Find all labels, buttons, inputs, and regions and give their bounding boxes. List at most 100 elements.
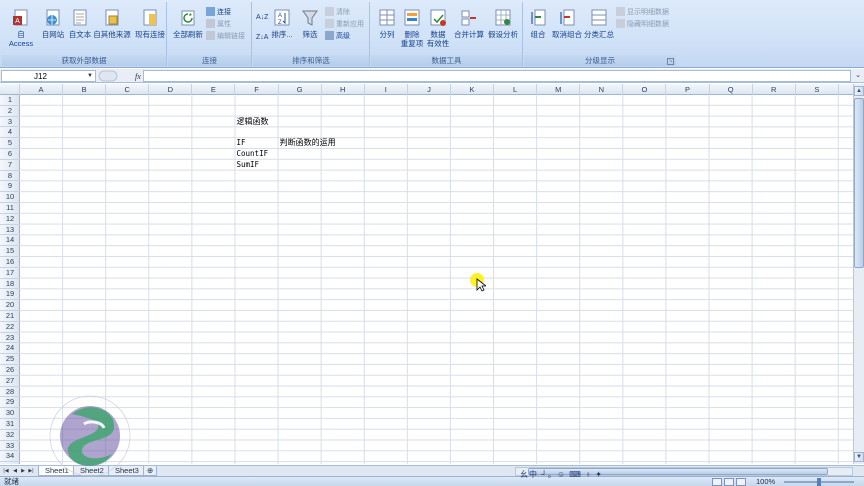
row-header-20[interactable]: 20 — [0, 300, 20, 311]
column-header-h[interactable]: H — [322, 84, 365, 95]
text-to-columns-button[interactable]: 分列 — [375, 8, 399, 39]
dialog-launcher-icon[interactable]: ↘ — [667, 58, 674, 65]
column-header-e[interactable]: E — [192, 84, 236, 95]
zoom-slider[interactable] — [784, 478, 854, 486]
row-header-19[interactable]: 19 — [0, 289, 20, 301]
row-header-1[interactable]: 1 — [0, 95, 20, 106]
row-header-30[interactable]: 30 — [0, 408, 20, 419]
row-header-3[interactable]: 3 — [0, 117, 20, 128]
edit-links-button[interactable]: 编辑链接 — [206, 31, 245, 42]
prev-sheet-icon[interactable]: ◀ — [11, 467, 19, 476]
column-header-j[interactable]: J — [408, 84, 451, 95]
row-header-21[interactable]: 21 — [0, 311, 20, 322]
column-header-a[interactable]: A — [20, 84, 64, 95]
hide-detail-button[interactable]: 隐藏明细数据 — [616, 19, 669, 30]
row-header-16[interactable]: 16 — [0, 257, 20, 268]
column-header-o[interactable]: O — [623, 84, 667, 95]
row-header-12[interactable]: 12 — [0, 214, 20, 225]
ime-toolbar[interactable]: ⺓中 ┘。☺ ⌨ ♀ ✦ — [520, 469, 603, 479]
first-sheet-icon[interactable]: |◀ — [2, 467, 10, 476]
cell-f3[interactable]: 逻辑函数 — [237, 117, 269, 128]
row-header-28[interactable]: 28 — [0, 387, 20, 398]
page-layout-view-icon[interactable] — [724, 478, 734, 486]
row-header-6[interactable]: 6 — [0, 149, 20, 160]
zoom-level[interactable]: 100% — [756, 477, 775, 486]
vertical-scrollbar[interactable]: ▲ ▼ — [853, 84, 864, 464]
row-header-8[interactable]: 8 — [0, 171, 20, 182]
row-header-18[interactable]: 18 — [0, 279, 20, 290]
row-header-4[interactable]: 4 — [0, 127, 20, 139]
properties-button[interactable]: 属性 — [206, 19, 231, 30]
zoom-slider-knob[interactable] — [817, 478, 821, 486]
connections-button[interactable]: 连接 — [206, 7, 231, 18]
from-access-button[interactable]: A 自 Access — [5, 8, 37, 48]
column-header-r[interactable]: R — [753, 84, 796, 95]
reapply-button[interactable]: 重新应用 — [325, 19, 364, 30]
row-header-24[interactable]: 24 — [0, 343, 20, 355]
expand-formula-bar-icon[interactable]: ⌄ — [853, 70, 863, 82]
select-all-corner[interactable] — [0, 84, 20, 95]
row-header-10[interactable]: 10 — [0, 192, 20, 203]
row-header-13[interactable]: 13 — [0, 225, 20, 236]
sort-button[interactable]: AZ 排序... — [269, 8, 295, 39]
cell-f5[interactable]: IF — [237, 138, 246, 149]
row-header-17[interactable]: 17 — [0, 268, 20, 279]
row-header-5[interactable]: 5 — [0, 138, 20, 149]
sort-asc-button[interactable]: A↓Z — [256, 12, 268, 23]
column-header-n[interactable]: N — [580, 84, 624, 95]
advanced-button[interactable]: 高级 — [325, 31, 350, 42]
formula-input[interactable] — [143, 70, 851, 82]
from-web-button[interactable]: 自网站 — [39, 8, 67, 39]
row-header-34[interactable]: 34 — [0, 451, 20, 463]
row-header-7[interactable]: 7 — [0, 160, 20, 171]
cell-f6[interactable]: CountIF — [237, 149, 269, 160]
subtotal-button[interactable]: 分类汇总 — [584, 8, 614, 39]
from-other-sources-button[interactable]: 自其他来源 — [93, 8, 131, 39]
row-header-22[interactable]: 22 — [0, 322, 20, 333]
ungroup-button[interactable]: 取消组合 — [550, 8, 584, 39]
filter-button[interactable]: 筛选 — [297, 8, 323, 39]
consolidate-button[interactable]: 合并计算 — [453, 8, 485, 39]
scroll-down-icon[interactable]: ▼ — [854, 452, 864, 462]
row-header-15[interactable]: 15 — [0, 246, 20, 257]
column-header-l[interactable]: L — [494, 84, 538, 95]
show-detail-button[interactable]: 显示明细数据 — [616, 7, 669, 18]
cell-g5[interactable]: 判断函数的运用 — [280, 138, 336, 149]
column-header-k[interactable]: K — [451, 84, 495, 95]
row-header-23[interactable]: 23 — [0, 333, 20, 344]
group-button[interactable]: 组合 — [526, 8, 550, 39]
row-header-26[interactable]: 26 — [0, 365, 20, 376]
from-text-button[interactable]: 自文本 — [66, 8, 94, 39]
row-header-33[interactable]: 33 — [0, 441, 20, 452]
scroll-up-icon[interactable]: ▲ — [854, 86, 864, 96]
column-header-s[interactable]: S — [796, 84, 839, 95]
column-header-p[interactable]: P — [667, 84, 710, 95]
row-header-11[interactable]: 11 — [0, 203, 20, 214]
column-header-b[interactable]: B — [63, 84, 107, 95]
row-header-31[interactable]: 31 — [0, 419, 20, 430]
column-header-f[interactable]: F — [236, 84, 279, 95]
row-header-32[interactable]: 32 — [0, 430, 20, 441]
column-header-c[interactable]: C — [106, 84, 150, 95]
cell-f7[interactable]: SumIF — [237, 160, 260, 171]
column-header-q[interactable]: Q — [710, 84, 753, 95]
column-header-d[interactable]: D — [149, 84, 193, 95]
row-header-27[interactable]: 27 — [0, 376, 20, 387]
row-header-2[interactable]: 2 — [0, 106, 20, 117]
row-header-9[interactable]: 9 — [0, 181, 20, 193]
clear-button[interactable]: 清除 — [325, 7, 350, 18]
column-header-i[interactable]: I — [365, 84, 408, 95]
name-box[interactable]: J12 ▼ — [1, 70, 96, 82]
next-sheet-icon[interactable]: ▶ — [19, 467, 27, 476]
chevron-down-icon[interactable]: ▼ — [87, 71, 93, 82]
vertical-scroll-thumb[interactable] — [854, 98, 864, 268]
refresh-all-button[interactable]: 全部刷新 — [171, 8, 205, 39]
row-header-14[interactable]: 14 — [0, 235, 20, 247]
page-break-view-icon[interactable] — [736, 478, 746, 486]
row-header-29[interactable]: 29 — [0, 397, 20, 409]
remove-duplicates-button[interactable]: 删除 重复项 — [399, 8, 425, 48]
normal-view-icon[interactable] — [712, 478, 722, 486]
column-header-g[interactable]: G — [279, 84, 322, 95]
data-validation-button[interactable]: 数据 有效性 — [425, 8, 451, 48]
row-header-25[interactable]: 25 — [0, 354, 20, 365]
